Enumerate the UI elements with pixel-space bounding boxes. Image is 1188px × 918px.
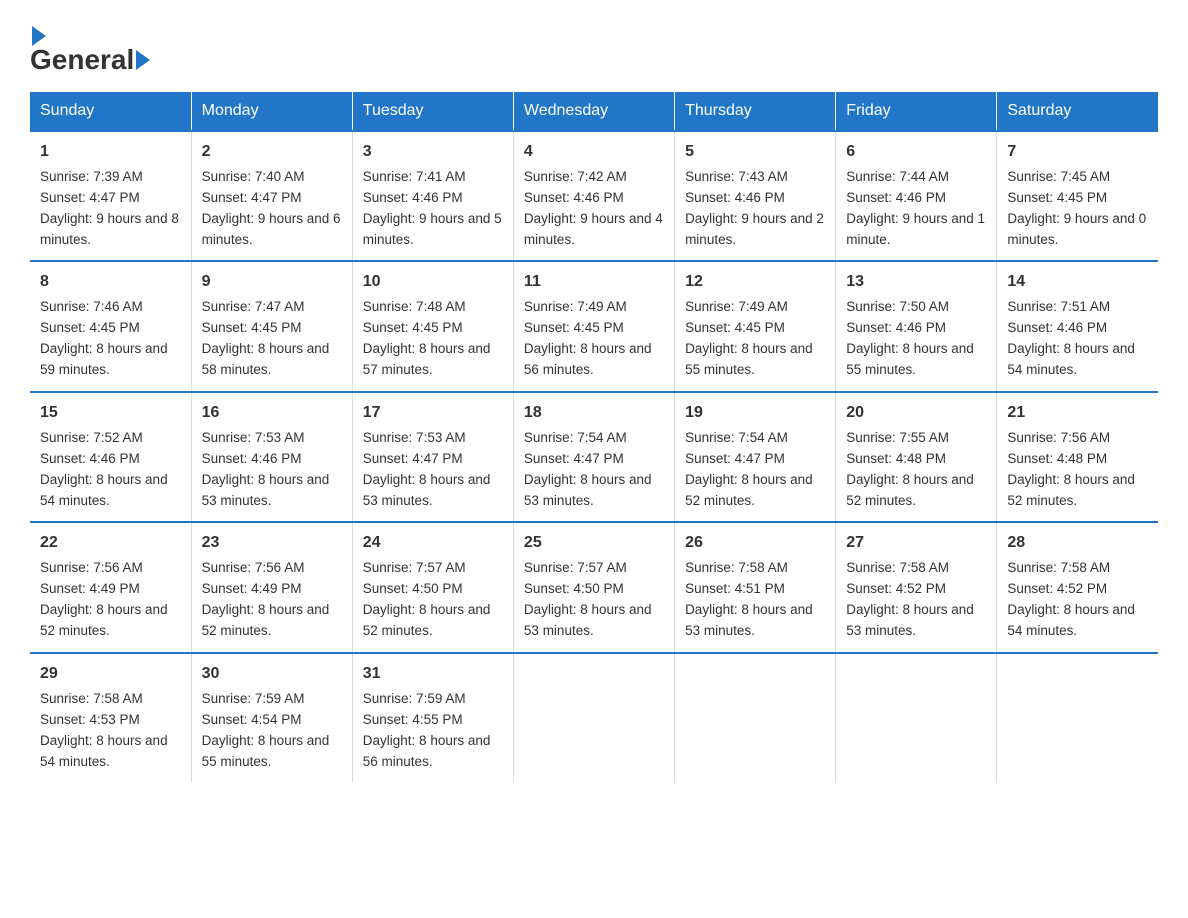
calendar-cell: 10Sunrise: 7:48 AMSunset: 4:45 PMDayligh…: [352, 261, 513, 391]
calendar-cell: 1Sunrise: 7:39 AMSunset: 4:47 PMDaylight…: [30, 131, 191, 261]
day-number: 29: [40, 662, 181, 687]
day-number: 17: [363, 401, 503, 426]
calendar-cell: 23Sunrise: 7:56 AMSunset: 4:49 PMDayligh…: [191, 522, 352, 652]
logo-general-line2: General: [30, 44, 134, 76]
calendar-cell: [513, 653, 674, 782]
weekday-header-saturday: Saturday: [997, 92, 1158, 131]
day-number: 20: [846, 401, 986, 426]
page-header: General: [30, 20, 1158, 76]
day-number: 23: [202, 531, 342, 556]
day-number: 22: [40, 531, 181, 556]
day-number: 10: [363, 270, 503, 295]
calendar-week-row: 8Sunrise: 7:46 AMSunset: 4:45 PMDaylight…: [30, 261, 1158, 391]
calendar-cell: [997, 653, 1158, 782]
weekday-header-row: SundayMondayTuesdayWednesdayThursdayFrid…: [30, 92, 1158, 131]
calendar-cell: 31Sunrise: 7:59 AMSunset: 4:55 PMDayligh…: [352, 653, 513, 782]
calendar-cell: 8Sunrise: 7:46 AMSunset: 4:45 PMDaylight…: [30, 261, 191, 391]
day-number: 12: [685, 270, 825, 295]
day-number: 16: [202, 401, 342, 426]
calendar-cell: 25Sunrise: 7:57 AMSunset: 4:50 PMDayligh…: [513, 522, 674, 652]
calendar-cell: 22Sunrise: 7:56 AMSunset: 4:49 PMDayligh…: [30, 522, 191, 652]
calendar-week-row: 1Sunrise: 7:39 AMSunset: 4:47 PMDaylight…: [30, 131, 1158, 261]
calendar-table: SundayMondayTuesdayWednesdayThursdayFrid…: [30, 92, 1158, 782]
day-number: 27: [846, 531, 986, 556]
calendar-cell: 26Sunrise: 7:58 AMSunset: 4:51 PMDayligh…: [675, 522, 836, 652]
day-number: 25: [524, 531, 664, 556]
day-number: 26: [685, 531, 825, 556]
day-number: 11: [524, 270, 664, 295]
logo-arrow-icon: [32, 26, 46, 46]
day-number: 28: [1007, 531, 1148, 556]
calendar-cell: 12Sunrise: 7:49 AMSunset: 4:45 PMDayligh…: [675, 261, 836, 391]
calendar-cell: 24Sunrise: 7:57 AMSunset: 4:50 PMDayligh…: [352, 522, 513, 652]
calendar-cell: 14Sunrise: 7:51 AMSunset: 4:46 PMDayligh…: [997, 261, 1158, 391]
day-number: 8: [40, 270, 181, 295]
day-number: 1: [40, 140, 181, 165]
calendar-cell: 6Sunrise: 7:44 AMSunset: 4:46 PMDaylight…: [836, 131, 997, 261]
day-number: 13: [846, 270, 986, 295]
calendar-week-row: 29Sunrise: 7:58 AMSunset: 4:53 PMDayligh…: [30, 653, 1158, 782]
calendar-cell: 28Sunrise: 7:58 AMSunset: 4:52 PMDayligh…: [997, 522, 1158, 652]
day-number: 5: [685, 140, 825, 165]
day-number: 2: [202, 140, 342, 165]
calendar-cell: 17Sunrise: 7:53 AMSunset: 4:47 PMDayligh…: [352, 392, 513, 522]
calendar-cell: 29Sunrise: 7:58 AMSunset: 4:53 PMDayligh…: [30, 653, 191, 782]
calendar-cell: 20Sunrise: 7:55 AMSunset: 4:48 PMDayligh…: [836, 392, 997, 522]
weekday-header-sunday: Sunday: [30, 92, 191, 131]
weekday-header-tuesday: Tuesday: [352, 92, 513, 131]
day-number: 31: [363, 662, 503, 687]
weekday-header-wednesday: Wednesday: [513, 92, 674, 131]
day-number: 18: [524, 401, 664, 426]
day-number: 3: [363, 140, 503, 165]
calendar-cell: 13Sunrise: 7:50 AMSunset: 4:46 PMDayligh…: [836, 261, 997, 391]
calendar-cell: 7Sunrise: 7:45 AMSunset: 4:45 PMDaylight…: [997, 131, 1158, 261]
weekday-header-thursday: Thursday: [675, 92, 836, 131]
day-number: 30: [202, 662, 342, 687]
calendar-cell: 27Sunrise: 7:58 AMSunset: 4:52 PMDayligh…: [836, 522, 997, 652]
day-number: 21: [1007, 401, 1148, 426]
logo-arrow-icon2: [136, 50, 150, 70]
calendar-cell: 9Sunrise: 7:47 AMSunset: 4:45 PMDaylight…: [191, 261, 352, 391]
day-number: 24: [363, 531, 503, 556]
calendar-week-row: 15Sunrise: 7:52 AMSunset: 4:46 PMDayligh…: [30, 392, 1158, 522]
day-number: 4: [524, 140, 664, 165]
calendar-cell: 2Sunrise: 7:40 AMSunset: 4:47 PMDaylight…: [191, 131, 352, 261]
weekday-header-monday: Monday: [191, 92, 352, 131]
calendar-cell: 5Sunrise: 7:43 AMSunset: 4:46 PMDaylight…: [675, 131, 836, 261]
calendar-cell: 11Sunrise: 7:49 AMSunset: 4:45 PMDayligh…: [513, 261, 674, 391]
calendar-cell: 3Sunrise: 7:41 AMSunset: 4:46 PMDaylight…: [352, 131, 513, 261]
day-number: 9: [202, 270, 342, 295]
calendar-cell: 18Sunrise: 7:54 AMSunset: 4:47 PMDayligh…: [513, 392, 674, 522]
calendar-cell: 30Sunrise: 7:59 AMSunset: 4:54 PMDayligh…: [191, 653, 352, 782]
calendar-cell: 16Sunrise: 7:53 AMSunset: 4:46 PMDayligh…: [191, 392, 352, 522]
weekday-header-friday: Friday: [836, 92, 997, 131]
day-number: 7: [1007, 140, 1148, 165]
calendar-cell: [836, 653, 997, 782]
calendar-week-row: 22Sunrise: 7:56 AMSunset: 4:49 PMDayligh…: [30, 522, 1158, 652]
logo: General: [30, 20, 152, 76]
calendar-cell: 4Sunrise: 7:42 AMSunset: 4:46 PMDaylight…: [513, 131, 674, 261]
day-number: 19: [685, 401, 825, 426]
day-number: 15: [40, 401, 181, 426]
calendar-cell: 15Sunrise: 7:52 AMSunset: 4:46 PMDayligh…: [30, 392, 191, 522]
day-number: 14: [1007, 270, 1148, 295]
calendar-cell: 21Sunrise: 7:56 AMSunset: 4:48 PMDayligh…: [997, 392, 1158, 522]
calendar-cell: 19Sunrise: 7:54 AMSunset: 4:47 PMDayligh…: [675, 392, 836, 522]
day-number: 6: [846, 140, 986, 165]
calendar-cell: [675, 653, 836, 782]
